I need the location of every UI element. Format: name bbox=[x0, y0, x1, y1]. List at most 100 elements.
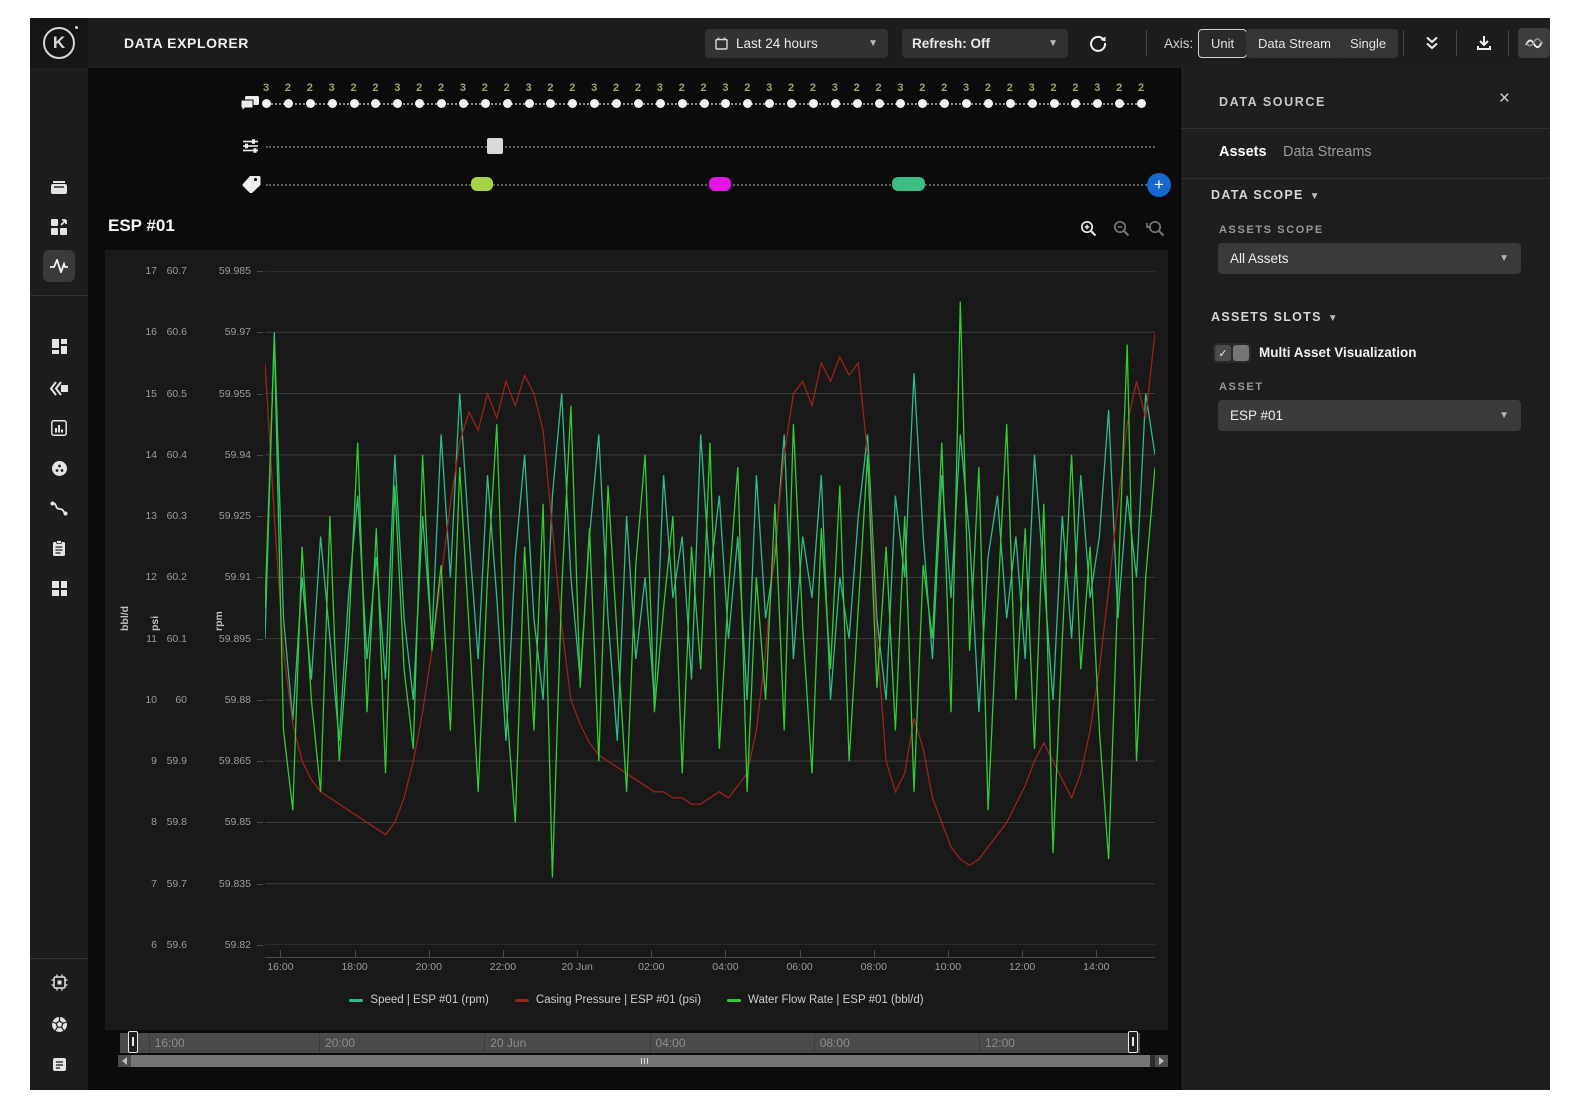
annotation-dot[interactable] bbox=[284, 99, 293, 108]
zoom-in-icon[interactable] bbox=[1080, 220, 1097, 237]
annotation-dot[interactable] bbox=[1093, 99, 1102, 108]
close-icon[interactable]: × bbox=[1499, 88, 1510, 110]
zoom-out-icon[interactable] bbox=[1113, 220, 1130, 237]
condition-marker[interactable] bbox=[487, 138, 503, 154]
legend-item[interactable]: Speed | ESP #01 (rpm) bbox=[349, 994, 488, 1006]
scroll-right-button[interactable] bbox=[1155, 1055, 1168, 1067]
annotation-dot[interactable] bbox=[306, 99, 315, 108]
data-scope-section-header[interactable]: DATA SCOPE▼ bbox=[1211, 188, 1321, 202]
sidebar-item-logs[interactable] bbox=[43, 532, 75, 564]
sidebar-item-charts[interactable] bbox=[43, 412, 75, 444]
annotation-dot[interactable] bbox=[612, 99, 621, 108]
tags-row-button[interactable] bbox=[242, 175, 262, 193]
axis-mode-data-stream[interactable]: Data Stream bbox=[1246, 29, 1343, 58]
annotation-dot[interactable] bbox=[984, 99, 993, 108]
annotation-dot[interactable] bbox=[787, 99, 796, 108]
annotation-dot[interactable] bbox=[393, 99, 402, 108]
annotation-dot[interactable] bbox=[809, 99, 818, 108]
annotation-dot[interactable] bbox=[590, 99, 599, 108]
annotation-dot[interactable] bbox=[1115, 99, 1124, 108]
add-annotation-button[interactable]: + bbox=[1147, 173, 1171, 197]
annotation-dot[interactable] bbox=[700, 99, 709, 108]
sidebar-item-apps-grid[interactable] bbox=[43, 572, 75, 604]
annotation-count: 2 bbox=[1065, 82, 1085, 94]
annotation-dot[interactable] bbox=[678, 99, 687, 108]
annotation-dot[interactable] bbox=[371, 99, 380, 108]
brush-handle-left[interactable] bbox=[128, 1031, 138, 1053]
sidebar-item-docs[interactable] bbox=[43, 1048, 75, 1080]
legend-item[interactable]: Casing Pressure | ESP #01 (psi) bbox=[515, 994, 701, 1006]
zoom-reset-icon[interactable] bbox=[1146, 220, 1165, 237]
y-tick bbox=[257, 945, 263, 946]
annotation-dot[interactable] bbox=[415, 99, 424, 108]
annotation-count: 2 bbox=[300, 82, 320, 94]
multi-asset-toggle[interactable]: ✓ bbox=[1213, 343, 1251, 363]
route-icon bbox=[50, 501, 68, 516]
annotation-dot[interactable] bbox=[328, 99, 337, 108]
annotation-dot[interactable] bbox=[525, 99, 534, 108]
time-range-dropdown[interactable]: Last 24 hours ▼ bbox=[705, 29, 888, 58]
band-separator bbox=[979, 1033, 980, 1053]
chart-view-button[interactable] bbox=[1518, 28, 1550, 58]
annotation-dot[interactable] bbox=[350, 99, 359, 108]
tag-marker[interactable] bbox=[471, 177, 493, 191]
refresh-now-button[interactable] bbox=[1082, 28, 1114, 58]
conditions-row-button[interactable] bbox=[242, 138, 260, 154]
annotation-dot[interactable] bbox=[568, 99, 577, 108]
legend-item[interactable]: Water Flow Rate | ESP #01 (bbl/d) bbox=[727, 994, 924, 1006]
annotation-dot[interactable] bbox=[546, 99, 555, 108]
sidebar-item-export[interactable] bbox=[43, 372, 75, 404]
scrollbar-thumb[interactable] bbox=[131, 1055, 1150, 1067]
annotation-dot[interactable] bbox=[918, 99, 927, 108]
annotation-dot[interactable] bbox=[962, 99, 971, 108]
annotation-dot[interactable] bbox=[503, 99, 512, 108]
app-logo[interactable]: K bbox=[30, 18, 88, 68]
sidebar-item-system[interactable] bbox=[43, 966, 75, 998]
annotations-row-button[interactable] bbox=[240, 95, 262, 113]
sidebar-item-deck[interactable] bbox=[43, 172, 75, 204]
annotation-dot[interactable] bbox=[1050, 99, 1059, 108]
tab-data-streams[interactable]: Data Streams bbox=[1283, 144, 1372, 160]
brush-handle-right[interactable] bbox=[1128, 1031, 1138, 1053]
sidebar-item-network[interactable] bbox=[43, 1008, 75, 1040]
tag-marker[interactable] bbox=[709, 177, 731, 191]
collapse-panels-button[interactable] bbox=[1416, 28, 1448, 58]
tag-marker[interactable] bbox=[892, 177, 925, 191]
annotation-dot[interactable] bbox=[853, 99, 862, 108]
annotation-dot[interactable] bbox=[634, 99, 643, 108]
refresh-dropdown[interactable]: Refresh: Off ▼ bbox=[902, 29, 1068, 58]
multi-asset-label: Multi Asset Visualization bbox=[1259, 345, 1417, 360]
horizontal-scrollbar[interactable] bbox=[118, 1055, 1168, 1067]
time-brush-band[interactable]: 16:0020:0020 Jun04:0008:0012:00 bbox=[120, 1033, 1140, 1053]
tab-assets[interactable]: Assets bbox=[1219, 144, 1267, 160]
annotation-dot[interactable] bbox=[765, 99, 774, 108]
annotation-dot[interactable] bbox=[875, 99, 884, 108]
axis-mode-single[interactable]: Single bbox=[1338, 29, 1398, 58]
annotation-dot[interactable] bbox=[896, 99, 905, 108]
annotation-dot[interactable] bbox=[1028, 99, 1037, 108]
download-button[interactable] bbox=[1468, 28, 1500, 58]
sidebar-item-dashboards[interactable] bbox=[43, 330, 75, 362]
annotation-dot[interactable] bbox=[831, 99, 840, 108]
annotation-dot[interactable] bbox=[940, 99, 949, 108]
sidebar-item-apps[interactable] bbox=[43, 211, 75, 243]
annotation-dot[interactable] bbox=[1006, 99, 1015, 108]
sidebar-item-cluster[interactable] bbox=[43, 452, 75, 484]
annotation-dot[interactable] bbox=[262, 99, 271, 108]
annotation-dot[interactable] bbox=[1071, 99, 1080, 108]
sidebar-item-pipelines[interactable] bbox=[43, 492, 75, 524]
annotation-dot[interactable] bbox=[437, 99, 446, 108]
assets-scope-dropdown[interactable]: All Assets▼ bbox=[1218, 243, 1521, 274]
annotation-dot[interactable] bbox=[743, 99, 752, 108]
axis-mode-unit[interactable]: Unit bbox=[1198, 29, 1247, 58]
scroll-left-button[interactable] bbox=[118, 1055, 131, 1067]
annotation-dot[interactable] bbox=[656, 99, 665, 108]
annotation-dot[interactable] bbox=[459, 99, 468, 108]
sidebar-item-data-explorer[interactable] bbox=[43, 250, 75, 282]
assets-slots-section-header[interactable]: ASSETS SLOTS▼ bbox=[1211, 310, 1339, 324]
asset-dropdown[interactable]: ESP #01▼ bbox=[1218, 400, 1521, 431]
annotation-dot[interactable] bbox=[721, 99, 730, 108]
annotation-dot[interactable] bbox=[481, 99, 490, 108]
annotation-dot[interactable] bbox=[1137, 99, 1146, 108]
chart-plot-svg[interactable] bbox=[265, 271, 1155, 945]
